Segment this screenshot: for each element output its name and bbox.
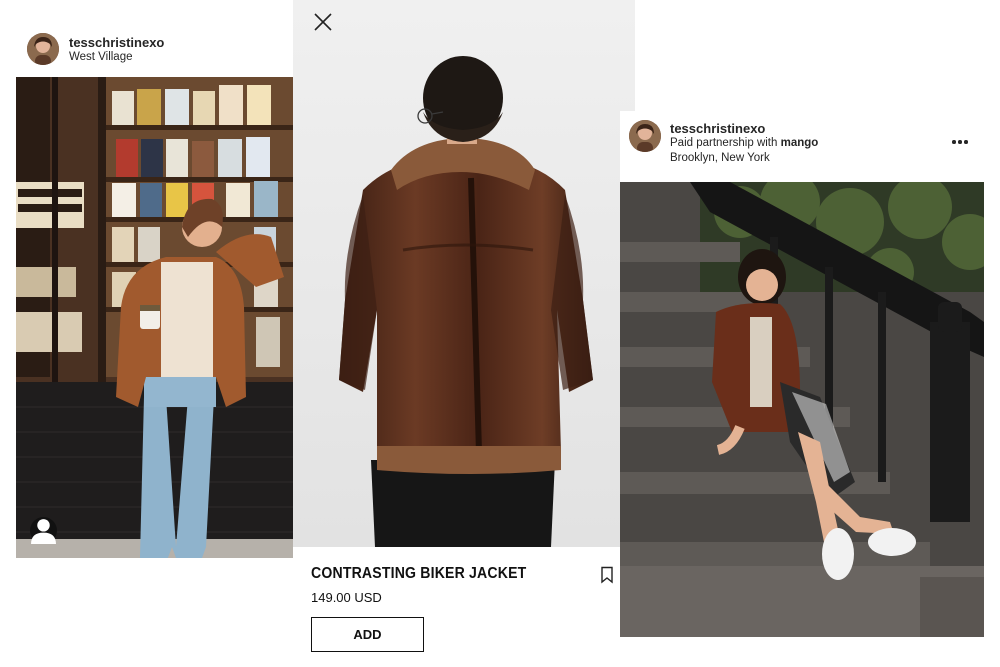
partnership-prefix: Paid partnership with	[670, 137, 781, 149]
partner-name[interactable]: mango	[781, 137, 819, 149]
close-icon	[314, 13, 332, 31]
close-button[interactable]	[312, 11, 334, 33]
left-post-location[interactable]: West Village	[69, 51, 133, 63]
left-post-avatar[interactable]	[27, 33, 59, 65]
right-post-photo[interactable]	[620, 182, 984, 637]
right-post-header: tesschristinexo Paid partnership with ma…	[620, 111, 984, 181]
add-to-cart-button[interactable]: ADD	[311, 617, 424, 652]
jacket-photo	[293, 0, 635, 547]
more-options-icon	[952, 140, 956, 144]
partnership-line: Paid partnership with mango	[670, 137, 818, 149]
bookstore-photo	[16, 77, 293, 558]
right-post-location[interactable]: Brooklyn, New York	[670, 152, 770, 164]
left-post-photo[interactable]	[16, 77, 293, 558]
avatar-image	[629, 120, 661, 152]
left-post-header: tesschristinexo West Village	[16, 28, 293, 76]
more-options-button[interactable]	[950, 137, 970, 147]
right-post-username[interactable]: tesschristinexo	[670, 121, 765, 136]
right-post: tesschristinexo Paid partnership with ma…	[620, 111, 984, 637]
right-post-avatar[interactable]	[629, 120, 661, 152]
bookmark-icon	[601, 566, 613, 584]
stoop-photo	[620, 182, 984, 637]
product-card: CONTRASTING BIKER JACKET 149.00 USD ADD	[293, 0, 635, 667]
product-price: 149.00 USD	[311, 590, 382, 605]
product-name: CONTRASTING BIKER JACKET	[311, 565, 527, 582]
left-post-username[interactable]: tesschristinexo	[69, 35, 164, 50]
product-photo[interactable]	[293, 0, 635, 547]
person-icon	[31, 519, 56, 544]
avatar-image	[27, 33, 59, 65]
left-post: tesschristinexo West Village	[16, 28, 293, 558]
bookmark-button[interactable]	[600, 566, 614, 584]
user-tag-icon[interactable]	[30, 517, 57, 544]
